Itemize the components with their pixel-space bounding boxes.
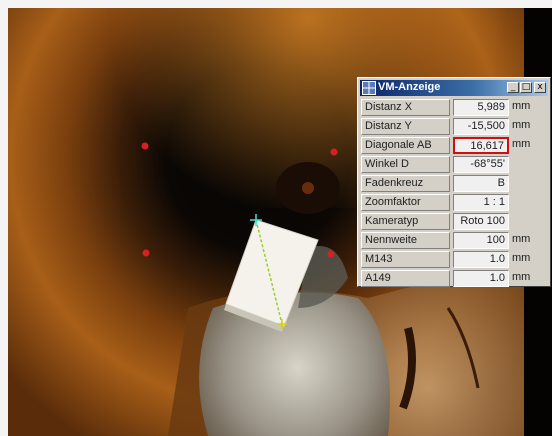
row-kameratyp: Kameratyp Roto 100 (361, 212, 548, 231)
maximize-icon[interactable]: □ (520, 82, 532, 93)
row-value: -68°55' (453, 156, 509, 173)
row-value-highlighted: 16,617 (453, 137, 509, 154)
row-unit: mm (512, 119, 531, 131)
row-unit: mm (512, 252, 531, 264)
row-nennweite: Nennweite 100 mm (361, 231, 548, 250)
row-label[interactable]: A149 (361, 270, 450, 287)
row-label[interactable]: Distanz X (361, 99, 450, 116)
row-diagonale-ab: Diagonale AB 16,617 mm (361, 136, 548, 155)
row-label[interactable]: Diagonale AB (361, 137, 450, 154)
row-unit: mm (512, 100, 531, 112)
marker-dot (330, 148, 338, 156)
row-unit (510, 175, 552, 192)
row-value: 1.0 (453, 251, 509, 268)
row-zoomfaktor: Zoomfaktor 1 : 1 (361, 193, 548, 212)
row-value: -15,500 (453, 118, 509, 135)
row-unit: mm (512, 138, 531, 150)
row-distanz-y: Distanz Y -15,500 mm (361, 117, 548, 136)
row-unit (510, 213, 552, 230)
row-value: 1.0 (453, 270, 509, 287)
row-value: 100 (453, 232, 509, 249)
marker-dot (327, 250, 335, 258)
row-unit: mm (512, 233, 531, 245)
row-value: B (453, 175, 509, 192)
grid-icon (362, 81, 376, 95)
row-unit (510, 156, 552, 173)
row-winkel-d: Winkel D -68°55' (361, 155, 548, 174)
vm-anzeige-window[interactable]: VM-Anzeige _ □ x Distanz X 5,989 mm Dist… (357, 77, 551, 287)
row-unit (510, 194, 552, 211)
minimize-icon[interactable]: _ (507, 82, 519, 93)
window-title: VM-Anzeige (378, 81, 441, 93)
marker-dot (142, 249, 150, 257)
marker-dot (141, 142, 149, 150)
close-icon[interactable]: x (534, 82, 546, 93)
row-label[interactable]: Fadenkreuz (361, 175, 450, 192)
row-m143: M143 1.0 mm (361, 250, 548, 269)
row-label[interactable]: Distanz Y (361, 118, 450, 135)
row-unit: mm (512, 271, 531, 283)
row-value: Roto 100 (453, 213, 509, 230)
row-value: 1 : 1 (453, 194, 509, 211)
row-label[interactable]: Winkel D (361, 156, 450, 173)
row-value: 5,989 (453, 99, 509, 116)
window-titlebar[interactable]: VM-Anzeige _ □ x (360, 80, 548, 96)
row-fadenkreuz: Fadenkreuz B (361, 174, 548, 193)
row-label[interactable]: Nennweite (361, 232, 450, 249)
row-label[interactable]: Zoomfaktor (361, 194, 450, 211)
row-distanz-x: Distanz X 5,989 mm (361, 98, 548, 117)
measurement-table: Distanz X 5,989 mm Distanz Y -15,500 mm … (361, 98, 548, 288)
row-a149: A149 1.0 mm (361, 269, 548, 288)
row-label[interactable]: M143 (361, 251, 450, 268)
row-label[interactable]: Kameratyp (361, 213, 450, 230)
